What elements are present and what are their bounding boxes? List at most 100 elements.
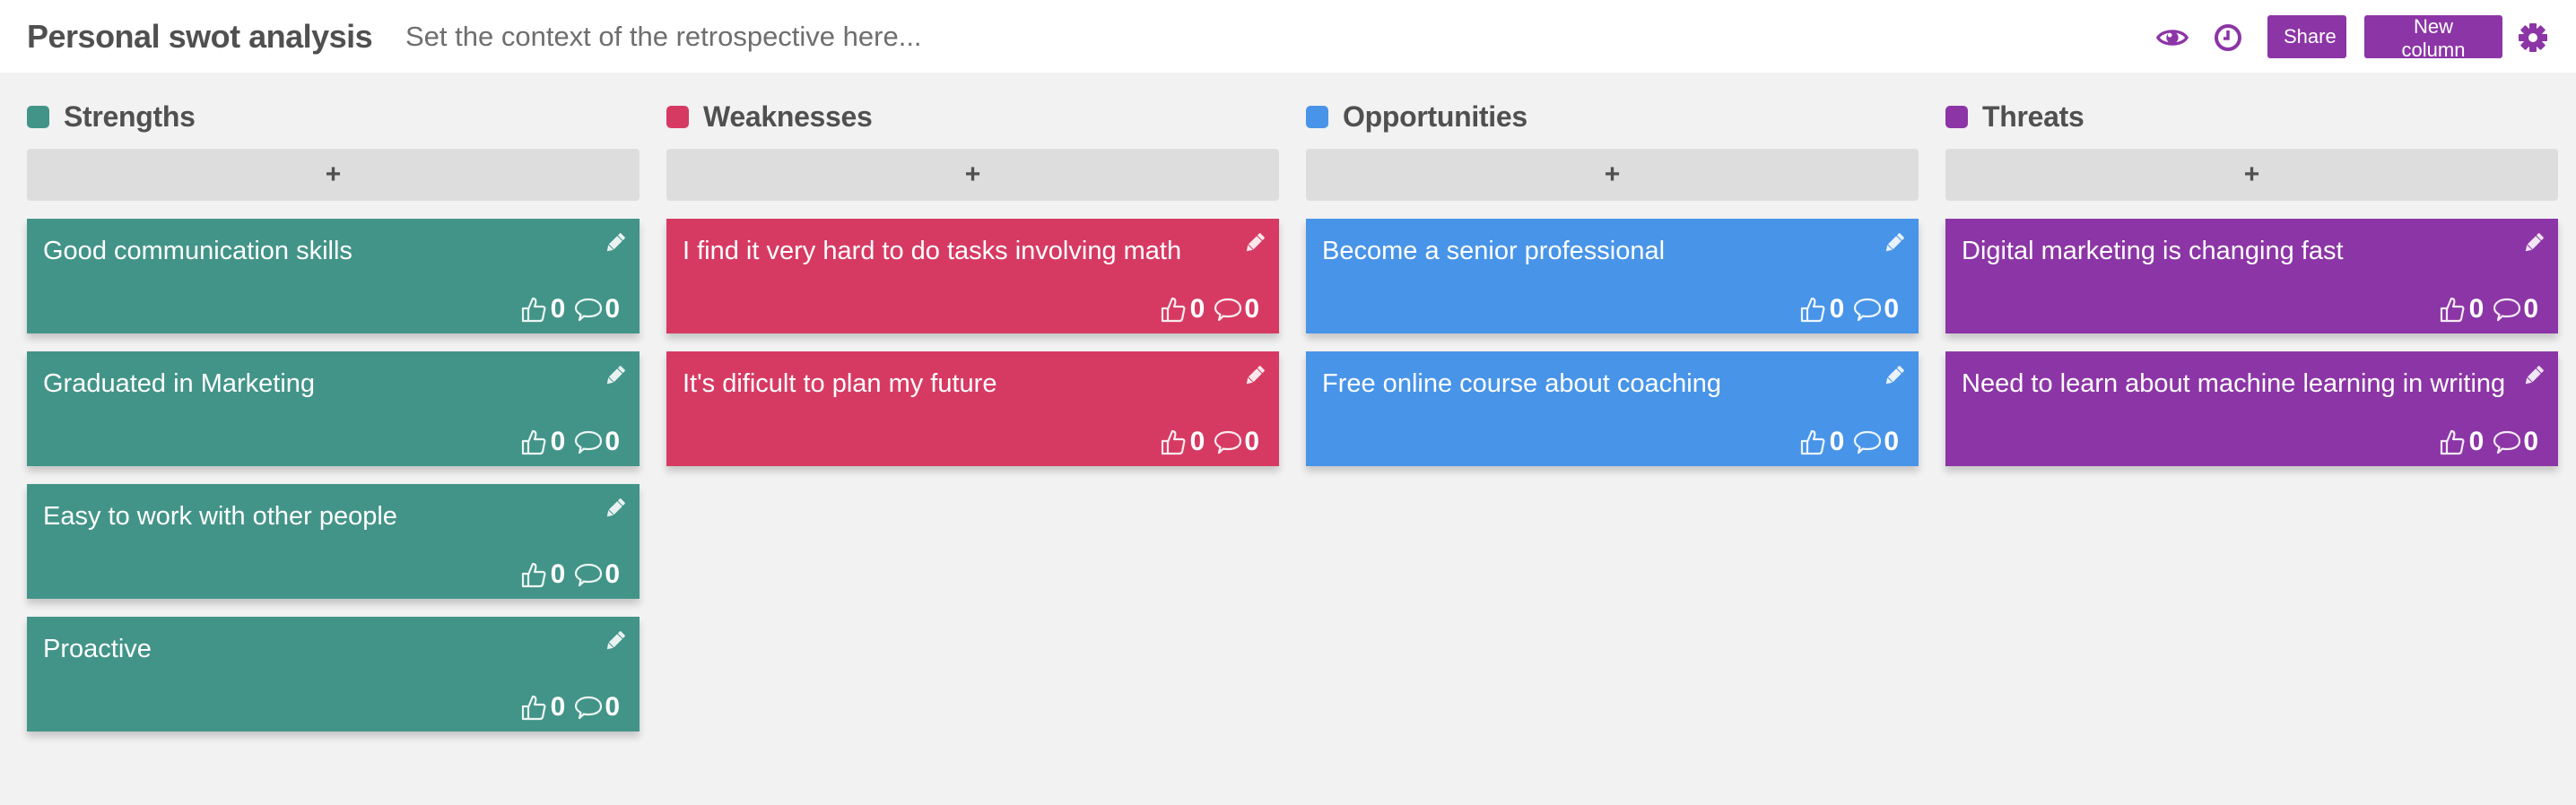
- card-text: Easy to work with other people: [43, 502, 397, 531]
- clock-icon[interactable]: [2212, 22, 2244, 54]
- comment-count: 0: [605, 692, 620, 722]
- gear-icon[interactable]: [2517, 22, 2549, 54]
- thumbs-up-icon[interactable]: [1160, 428, 1187, 456]
- card-footer: 0 0: [1799, 427, 1904, 457]
- column-title[interactable]: Weaknesses: [703, 100, 873, 134]
- card-text: I find it very hard to do tasks involvin…: [683, 237, 1182, 265]
- column-color-swatch: [666, 105, 689, 128]
- card-footer: 0 0: [2439, 294, 2544, 325]
- card[interactable]: I find it very hard to do tasks involvin…: [666, 219, 1279, 333]
- column-strengths: Strengths + Good communication skills 0: [27, 95, 640, 731]
- card[interactable]: Easy to work with other people 0 0: [27, 484, 640, 599]
- comment-icon[interactable]: [1853, 428, 1882, 456]
- card-text: Graduated in Marketing: [43, 369, 316, 398]
- card[interactable]: Need to learn about machine learning in …: [1945, 351, 2558, 466]
- comment-count: 0: [1884, 294, 1899, 324]
- card[interactable]: Proactive 0 0: [27, 617, 640, 731]
- comment-count: 0: [605, 559, 620, 589]
- comment-icon[interactable]: [1214, 428, 1242, 456]
- card[interactable]: Good communication skills 0 0: [27, 219, 640, 333]
- pencil-icon[interactable]: [1243, 231, 1266, 255]
- pencil-icon[interactable]: [604, 231, 627, 255]
- comment-count: 0: [1244, 427, 1259, 456]
- card[interactable]: Become a senior professional 0 0: [1306, 219, 1919, 333]
- column-title[interactable]: Strengths: [64, 100, 196, 134]
- pencil-icon[interactable]: [1243, 364, 1266, 387]
- comment-icon[interactable]: [2493, 428, 2521, 456]
- comment-count: 0: [2523, 294, 2538, 324]
- thumbs-up-icon[interactable]: [520, 428, 547, 456]
- comment-count: 0: [1244, 294, 1259, 324]
- board-title: Personal swot analysis: [27, 18, 373, 55]
- comment-icon[interactable]: [1853, 295, 1882, 324]
- pencil-icon[interactable]: [604, 497, 627, 520]
- comment-count: 0: [2523, 427, 2538, 456]
- column-color-swatch: [27, 105, 49, 128]
- card[interactable]: Graduated in Marketing 0 0: [27, 351, 640, 466]
- thumbs-up-icon[interactable]: [1160, 295, 1187, 324]
- thumbs-up-icon[interactable]: [1799, 295, 1826, 324]
- column-header: Threats: [1945, 95, 2558, 138]
- card[interactable]: Digital marketing is changing fast 0 0: [1945, 219, 2558, 333]
- column-header: Weaknesses: [666, 95, 1279, 138]
- card-footer: 0 0: [520, 692, 625, 723]
- pencil-icon[interactable]: [604, 364, 627, 387]
- add-card-button[interactable]: +: [666, 149, 1279, 201]
- like-count: 0: [1189, 294, 1205, 324]
- column-weaknesses: Weaknesses + I find it very hard to do t…: [666, 95, 1279, 466]
- card-footer: 0 0: [2439, 427, 2544, 457]
- column-title[interactable]: Threats: [1982, 100, 2084, 134]
- card-list: I find it very hard to do tasks involvin…: [666, 219, 1279, 466]
- card-list: Digital marketing is changing fast 0 0 N…: [1945, 219, 2558, 466]
- thumbs-up-icon[interactable]: [520, 295, 547, 324]
- column-title[interactable]: Opportunities: [1343, 100, 1527, 134]
- new-column-button[interactable]: New column: [2364, 15, 2502, 61]
- pencil-icon[interactable]: [2522, 231, 2546, 255]
- pencil-icon[interactable]: [1883, 231, 1906, 255]
- pencil-icon[interactable]: [2522, 364, 2546, 387]
- card-text: Become a senior professional: [1322, 237, 1666, 265]
- like-count: 0: [2468, 427, 2485, 456]
- pencil-icon[interactable]: [604, 629, 627, 653]
- thumbs-up-icon[interactable]: [2439, 428, 2466, 456]
- comment-icon[interactable]: [574, 693, 603, 722]
- comment-icon[interactable]: [574, 295, 603, 324]
- eye-icon[interactable]: [2156, 22, 2189, 54]
- thumbs-up-icon[interactable]: [520, 560, 547, 589]
- comment-count: 0: [605, 294, 620, 324]
- thumbs-up-icon[interactable]: [1799, 428, 1826, 456]
- like-count: 0: [1829, 427, 1845, 456]
- thumbs-up-icon[interactable]: [2439, 295, 2466, 324]
- comment-count: 0: [605, 427, 620, 456]
- retrospective-context-input[interactable]: [405, 16, 1213, 57]
- card-footer: 0 0: [520, 427, 625, 457]
- add-card-button[interactable]: +: [27, 149, 640, 201]
- comment-icon[interactable]: [574, 560, 603, 589]
- card-list: Good communication skills 0 0 Graduated …: [27, 219, 640, 731]
- column-threats: Threats + Digital marketing is changing …: [1945, 95, 2558, 466]
- like-count: 0: [550, 294, 566, 324]
- column-header: Opportunities: [1306, 95, 1919, 138]
- comment-icon[interactable]: [2493, 295, 2521, 324]
- share-button[interactable]: Share: [2267, 15, 2346, 58]
- card-text: Good communication skills: [43, 237, 352, 265]
- pencil-icon[interactable]: [1883, 364, 1906, 387]
- comment-icon[interactable]: [1214, 295, 1242, 324]
- like-count: 0: [550, 559, 566, 589]
- column-opportunities: Opportunities + Become a senior professi…: [1306, 95, 1919, 466]
- column-color-swatch: [1306, 105, 1328, 128]
- card-text: Need to learn about machine learning in …: [1962, 369, 2506, 398]
- card[interactable]: It's dificult to plan my future 0 0: [666, 351, 1279, 466]
- card-footer: 0 0: [1160, 294, 1265, 325]
- column-color-swatch: [1945, 105, 1968, 128]
- card-text: Proactive: [43, 635, 152, 663]
- thumbs-up-icon[interactable]: [520, 693, 547, 722]
- card-list: Become a senior professional 0 0 Free on…: [1306, 219, 1919, 466]
- card-text: Free online course about coaching: [1322, 369, 1721, 398]
- comment-count: 0: [1884, 427, 1899, 456]
- card-text: Digital marketing is changing fast: [1962, 237, 2344, 265]
- add-card-button[interactable]: +: [1945, 149, 2558, 201]
- card[interactable]: Free online course about coaching 0 0: [1306, 351, 1919, 466]
- comment-icon[interactable]: [574, 428, 603, 456]
- add-card-button[interactable]: +: [1306, 149, 1919, 201]
